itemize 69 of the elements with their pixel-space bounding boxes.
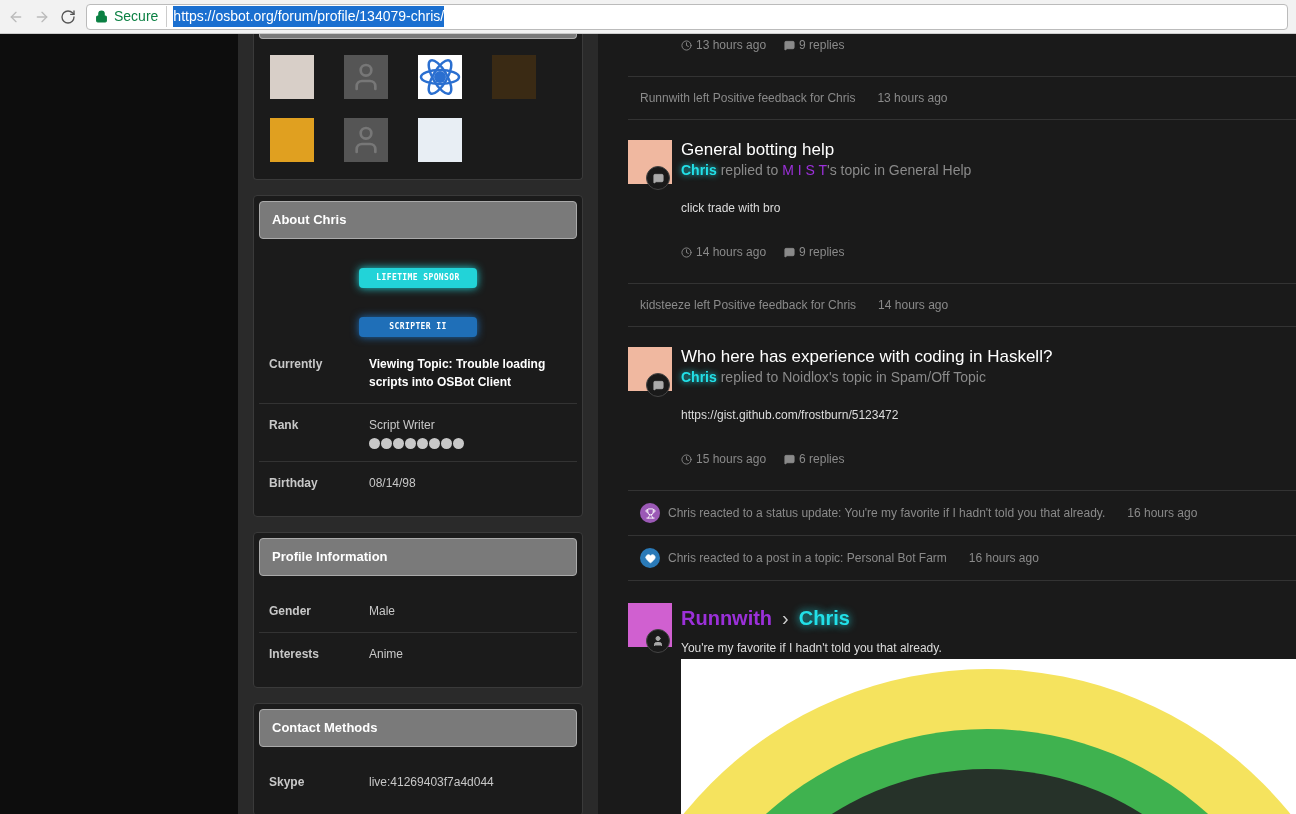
activity-text: Chris reacted to a status update: You're my favorite if I hadn't told you that already. [668,505,1106,522]
default-avatar-icon [344,55,388,99]
clock-icon [681,39,692,51]
activity-time: 14 hours ago [878,297,949,314]
field-label: Interests [269,646,321,663]
speech-bubble-icon [784,39,796,51]
field-value: Male [369,603,395,620]
separator-chevron: › [782,606,789,631]
reply-count: 6 replies [784,450,845,468]
rank-pip-icon [405,438,416,449]
field-label: Skype [269,774,306,791]
comment-badge-icon [646,166,670,190]
field-value: Script Writer [369,417,436,434]
card-header: About Chris [259,201,577,239]
post-time: 15 hours ago [681,450,767,468]
trophy-icon [640,503,660,523]
activity-time: 16 hours ago [1127,505,1198,522]
rank-badge: SCRIPTER II [359,317,477,337]
user-link[interactable]: Chris [681,162,717,178]
rank-pip-icon [417,438,428,449]
rank-pip-icon [429,438,440,449]
rank-pip-icon [453,438,464,449]
field-label: Birthday [269,475,319,492]
rank-pip-icon [393,438,404,449]
status-text: You're my favorite if I hadn't told you that already. [681,640,943,657]
reply-count: 9 replies [784,36,845,54]
user-badge-icon [646,629,670,653]
field-value: 08/14/98 [369,475,416,492]
field-value: Anime [369,646,403,663]
rank-badge: LIFETIME SPONSOR [359,268,477,288]
topic-title[interactable]: General botting help [681,140,972,160]
comment-badge-icon [646,373,670,397]
lock-icon [95,10,108,23]
url-text: https://osbot.org/forum/profile/134079-chris/ [173,6,445,27]
speech-bubble-icon [784,453,796,465]
secure-label: Secure [114,6,168,27]
topic-title[interactable]: Who here has experience with coding in Haskell? [681,347,1053,367]
clock-icon [681,246,692,258]
card-header: Contact Methods [259,709,577,747]
activity-text: kidsteeze left Positive feedback for Chris [640,297,857,314]
field-value: Viewing Topic: Trouble loading scripts into OSBot Client [369,356,547,391]
post-byline: Chris replied to M I S T's topic in General Help [681,161,972,180]
post-byline: Chris replied to Noidlox's topic in Spam/Off Topic [681,368,987,387]
post-excerpt: click trade with bro [681,200,782,217]
atom-logo-icon [418,55,462,99]
address-bar[interactable]: Secure https://osbot.org/forum/profile/134079-chris/ [86,3,1288,30]
activity-text: Chris reacted to a post in a topic: Personal Bot Farm [668,550,947,567]
field-value: live:41269403f7a4d044 [369,774,494,791]
speech-bubble-icon [784,246,796,258]
post-excerpt: https://gist.github.com/frostburn/5123472 [681,407,900,424]
activity-time: 16 hours ago [968,550,1039,567]
reload-icon[interactable] [60,8,76,25]
reply-count: 9 replies [784,243,845,261]
post-time: 13 hours ago [681,36,767,54]
field-label: Currently [269,356,324,373]
rank-pip-icon [441,438,452,449]
field-label: Gender [269,603,312,620]
rank-pip-icon [369,438,380,449]
user-link[interactable]: Chris [798,603,850,633]
activity-text: Runnwith left Positive feedback for Chris [640,90,856,107]
clock-icon [681,453,692,465]
user-link[interactable]: Noidlox [782,369,829,385]
user-link[interactable]: Chris [681,369,717,385]
rank-pip-icon [381,438,392,449]
default-avatar-icon [344,118,388,162]
field-label: Rank [269,417,300,434]
post-time: 14 hours ago [681,243,767,261]
activity-time: 13 hours ago [877,90,948,107]
card-header: Profile Information [259,538,577,576]
